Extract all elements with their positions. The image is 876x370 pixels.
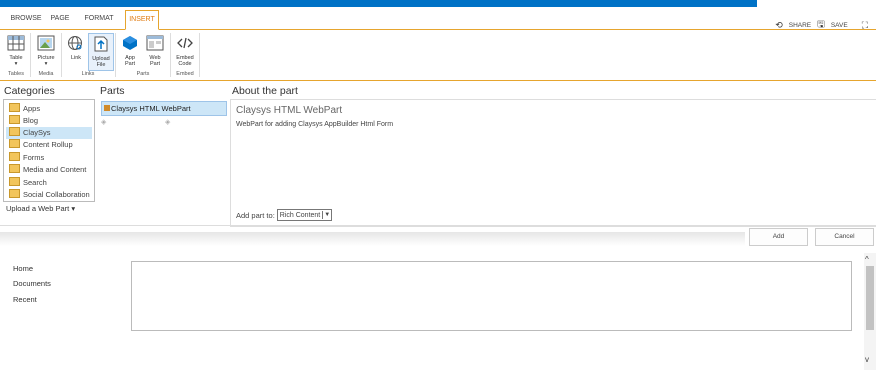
categories-heading: Categories [4, 85, 55, 97]
chevron-down-icon: ▼ [322, 211, 331, 219]
category-apps[interactable]: Apps [6, 103, 92, 115]
separator [30, 33, 31, 77]
parts-heading: Parts [100, 85, 125, 97]
upload-web-part-link[interactable]: Upload a Web Part ▾ [6, 204, 75, 213]
app-part-label-2: Part [124, 61, 136, 67]
category-label: Blog [23, 116, 39, 125]
ribbon: Table ▾ Picture ▾ Link Upload File App P… [0, 30, 876, 81]
upload-file-label-2: File [96, 62, 106, 68]
part-description: WebPart for adding Claysys AppBuilder Ht… [236, 121, 394, 128]
scroll-up-icon[interactable]: ^ [865, 255, 869, 264]
category-blog[interactable]: Blog [6, 115, 92, 127]
folder-icon [9, 164, 20, 173]
category-label: Media and Content [23, 165, 87, 174]
drag-handle-icon: ◈ [101, 119, 107, 126]
header-shade [0, 232, 745, 246]
table-button[interactable]: Table ▾ [4, 33, 28, 67]
upload-file-button[interactable]: Upload File [88, 33, 114, 71]
picture-button[interactable]: Picture ▾ [34, 33, 58, 67]
category-label: Forms [23, 153, 45, 162]
chevron-down-icon: ▾ [71, 204, 76, 213]
category-label: Search [23, 178, 47, 187]
suite-bar [0, 0, 757, 7]
web-part-button[interactable]: Web Part [143, 33, 167, 67]
category-forms[interactable]: Forms [6, 152, 92, 164]
category-social-collaboration[interactable]: Social Collaboration [6, 189, 92, 201]
embed-code-icon [177, 37, 193, 49]
web-part-icon [146, 35, 164, 51]
separator [170, 33, 171, 77]
part-item-claysys-html-webpart[interactable]: Claysys HTML WebPart [101, 101, 227, 116]
folder-icon [9, 127, 20, 136]
link-button[interactable]: Link [64, 33, 88, 61]
separator [61, 33, 62, 77]
category-label: Content Rollup [23, 140, 73, 149]
tab-insert[interactable]: INSERT [125, 10, 159, 30]
about-panel [230, 99, 876, 227]
table-dropdown-icon: ▾ [14, 61, 18, 67]
nav-recent[interactable]: Recent [13, 295, 37, 304]
add-button[interactable]: Add [749, 228, 808, 246]
separator [115, 33, 116, 77]
group-links: Links [81, 71, 95, 77]
tab-browse[interactable]: BROWSE [7, 10, 45, 28]
link-label: Link [70, 55, 82, 61]
suite-bar-right [757, 0, 876, 7]
rich-content-area[interactable] [131, 261, 852, 331]
embed-code-label-2: Code [178, 61, 192, 67]
category-label: Social Collaboration [23, 190, 90, 199]
about-heading: About the part [232, 85, 298, 97]
folder-icon [9, 103, 20, 112]
group-media: Media [38, 71, 54, 77]
category-label: Apps [23, 104, 41, 113]
category-content-rollup[interactable]: Content Rollup [6, 139, 92, 151]
table-icon [7, 35, 25, 51]
group-tables: Tables [8, 71, 24, 77]
app-part-icon [123, 36, 137, 50]
add-part-to-select[interactable]: Rich Content ▼ [276, 209, 333, 221]
divider [0, 225, 876, 226]
embed-code-button[interactable]: Embed Code [173, 33, 197, 67]
part-title: Claysys HTML WebPart [236, 105, 343, 116]
folder-icon [9, 139, 20, 148]
group-parts: Parts [136, 71, 150, 77]
folder-icon [9, 115, 20, 124]
nav-documents[interactable]: Documents [13, 279, 51, 288]
folder-icon [9, 177, 20, 186]
upload-web-part-label: Upload a Web Part [6, 204, 70, 213]
category-search[interactable]: Search [6, 177, 92, 189]
app-part-button[interactable]: App Part [118, 33, 142, 67]
picture-dropdown-icon: ▾ [44, 61, 48, 67]
add-part-to-label: Add part to: [236, 210, 275, 220]
drag-handle-icon: ◈ [165, 119, 171, 126]
tab-format-text[interactable]: FORMAT TEXT [75, 10, 123, 40]
save-button[interactable]: SAVE [831, 22, 848, 29]
scrollbar-thumb[interactable] [866, 266, 874, 330]
categories-list: Apps Blog ClaySys Content Rollup Forms M… [3, 99, 95, 202]
part-label: Claysys HTML WebPart [111, 104, 191, 113]
web-part-label-2: Part [149, 61, 161, 67]
share-icon[interactable]: ⟲ [775, 20, 783, 31]
nav-home[interactable]: Home [13, 264, 33, 273]
category-claysys[interactable]: ClaySys [6, 127, 92, 139]
add-part-to-value: Rich Content [279, 211, 321, 219]
picture-icon [37, 35, 55, 51]
web-part-icon [104, 105, 110, 111]
upload-icon [94, 36, 108, 52]
cancel-button[interactable]: Cancel [815, 228, 874, 246]
ribbon-tabs: BROWSE PAGE FORMAT TEXT INSERT ⟲ SHARE 🖫… [0, 7, 876, 40]
share-button[interactable]: SHARE [789, 22, 811, 29]
tab-page[interactable]: PAGE [48, 10, 72, 28]
separator [199, 33, 200, 77]
focus-icon[interactable]: ⛶ [862, 20, 868, 31]
group-embed: Embed [176, 71, 194, 77]
folder-icon [9, 189, 20, 198]
scroll-down-icon[interactable]: v [865, 355, 869, 364]
category-media-and-content[interactable]: Media and Content [6, 164, 92, 176]
link-globe-icon [68, 36, 82, 50]
add-part-to: Add part to: Rich Content ▼ [236, 209, 333, 221]
category-label: ClaySys [23, 128, 51, 137]
folder-icon [9, 152, 20, 161]
